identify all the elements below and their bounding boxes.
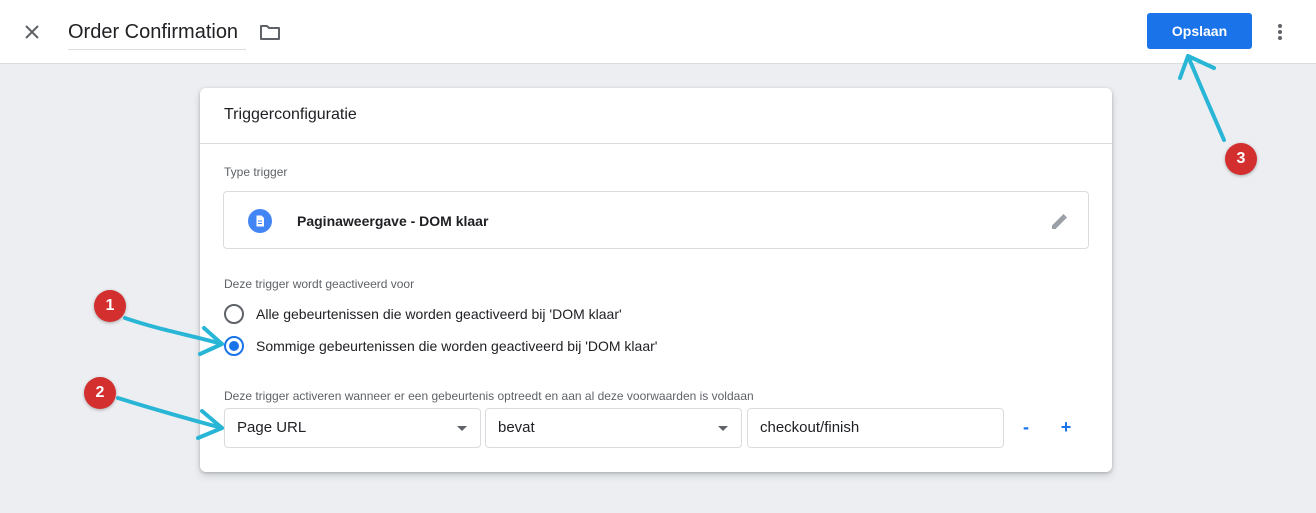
annotation-badge-3: 3 — [1225, 143, 1257, 175]
trigger-type-name: Paginaweergave - DOM klaar — [297, 213, 489, 229]
radio-some-events[interactable]: Sommige gebeurtenissen die worden geacti… — [224, 334, 657, 358]
variable-select[interactable]: Page URL — [224, 408, 481, 448]
radio-button[interactable] — [224, 336, 244, 356]
dropdown-arrow-icon — [718, 426, 728, 431]
operator-select[interactable]: bevat — [485, 408, 742, 448]
radio-button[interactable] — [224, 304, 244, 324]
save-button[interactable]: Opslaan — [1147, 13, 1252, 49]
operator-select-value: bevat — [498, 419, 535, 436]
trigger-type-selector[interactable]: Paginaweergave - DOM klaar — [223, 191, 1089, 249]
dropdown-arrow-icon — [457, 426, 467, 431]
add-condition-button[interactable]: + — [1054, 416, 1078, 440]
close-icon[interactable] — [20, 20, 44, 44]
page-title: Order Confirmation — [68, 21, 239, 43]
more-vert-icon[interactable] — [1268, 20, 1292, 44]
remove-condition-button[interactable]: - — [1014, 416, 1038, 440]
title-field[interactable]: Order Confirmation — [68, 18, 246, 50]
radio-label: Sommige gebeurtenissen die worden geacti… — [256, 338, 658, 354]
top-bar: Order Confirmation Opslaan — [0, 0, 1316, 64]
trigger-type-label: Type trigger — [224, 165, 288, 179]
annotation-arrow-3 — [1186, 54, 1226, 142]
card-header: Triggerconfiguratie — [200, 88, 1112, 144]
annotation-badge-2: 2 — [84, 377, 116, 409]
trigger-config-card: Triggerconfiguratie Type trigger Paginaw… — [200, 88, 1112, 472]
radio-all-events[interactable]: Alle gebeurtenissen die worden geactivee… — [224, 302, 622, 326]
value-field[interactable] — [747, 408, 1004, 448]
annotation-badge-1: 1 — [94, 290, 126, 322]
condition-label: Deze trigger activeren wanneer er een ge… — [224, 389, 754, 403]
radio-label: Alle gebeurtenissen die worden geactivee… — [256, 306, 622, 322]
pencil-icon[interactable] — [1048, 209, 1072, 233]
document-icon — [248, 209, 272, 233]
fires-on-label: Deze trigger wordt geactiveerd voor — [224, 277, 415, 291]
card-title: Triggerconfiguratie — [224, 106, 357, 123]
value-input[interactable] — [760, 409, 991, 447]
folder-icon[interactable] — [258, 20, 282, 44]
variable-select-value: Page URL — [237, 419, 307, 436]
